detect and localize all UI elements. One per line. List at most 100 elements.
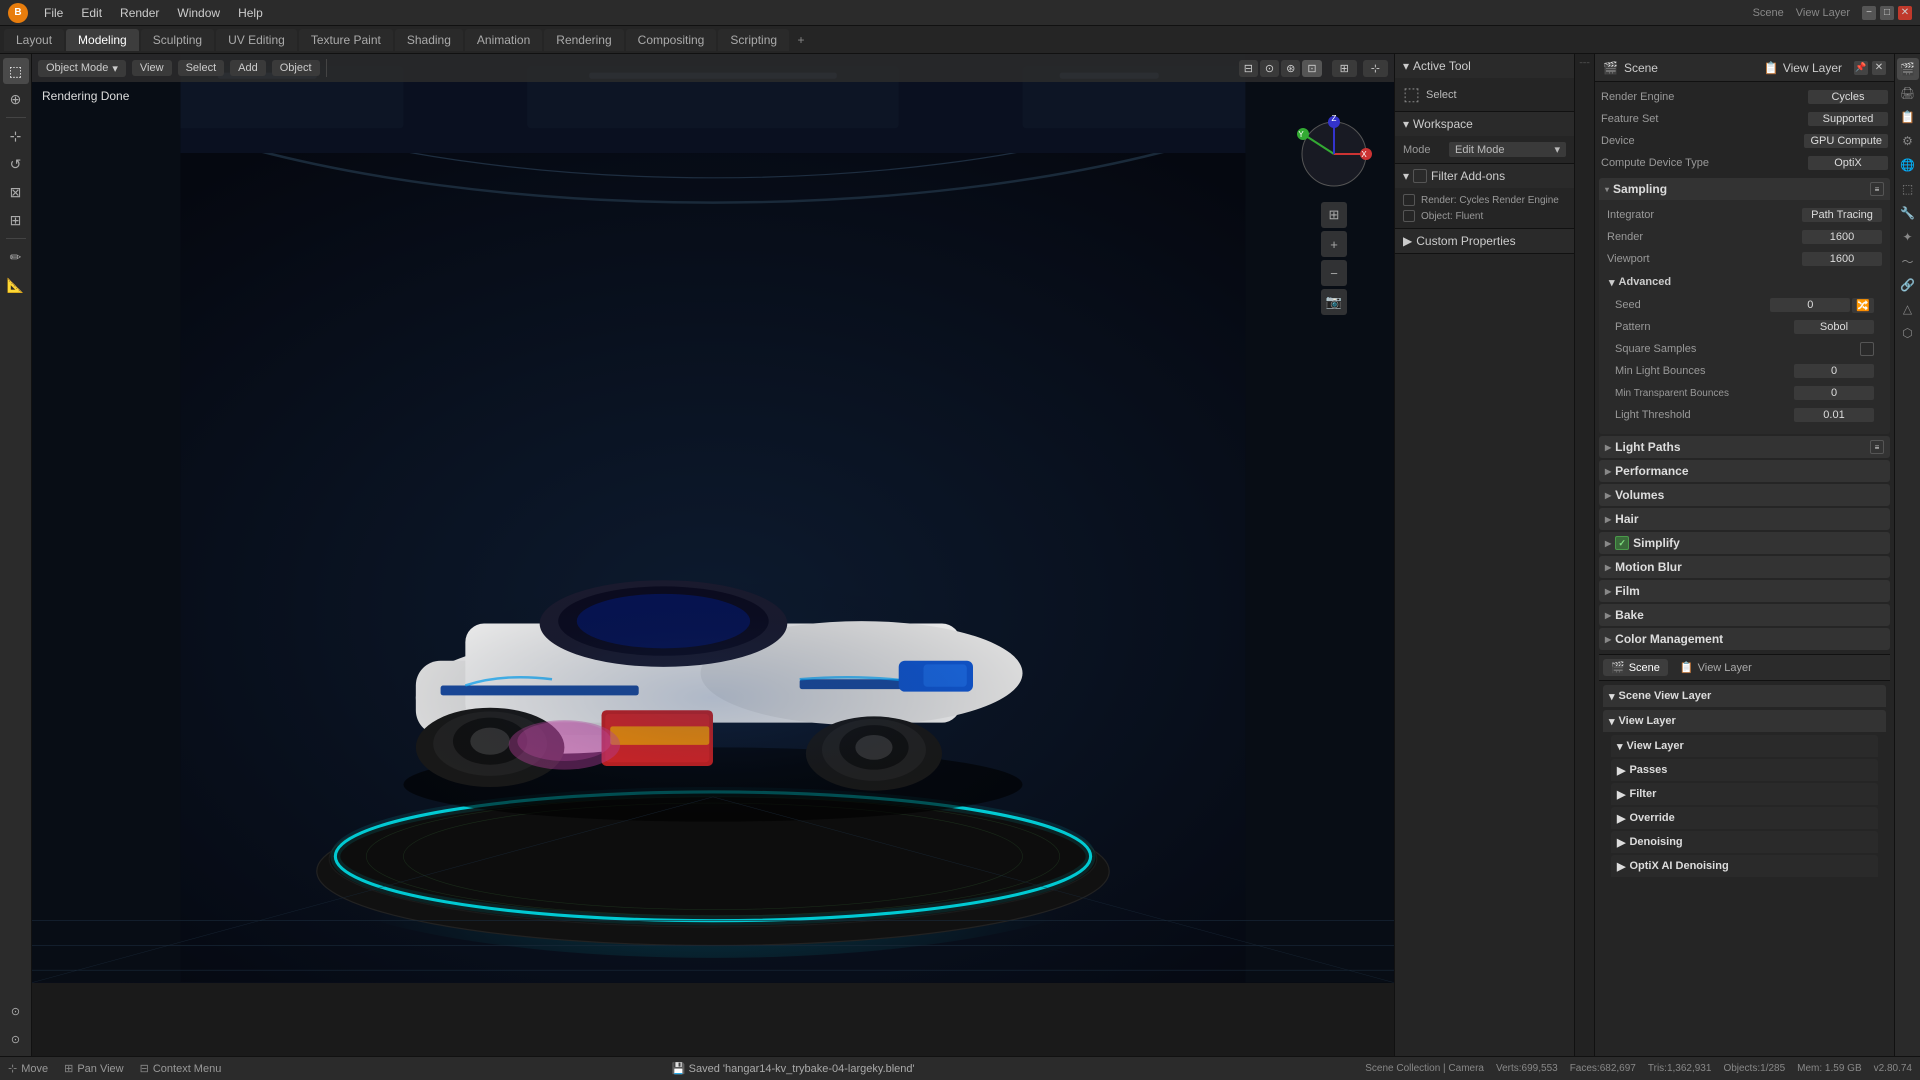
optix-denoising-section[interactable]: ▶ OptiX AI Denoising bbox=[1611, 855, 1878, 877]
rendered-shading[interactable]: ⊡ bbox=[1302, 60, 1321, 77]
sv-view-layer2-header[interactable]: ▾ View Layer bbox=[1603, 710, 1886, 732]
view-layer-section[interactable]: ▾ View Layer bbox=[1611, 735, 1878, 757]
tab-animation[interactable]: Animation bbox=[465, 29, 542, 51]
override-section[interactable]: ▶ Override bbox=[1611, 807, 1878, 829]
hair-header[interactable]: ▶ Hair bbox=[1599, 508, 1890, 530]
tab-texture-paint[interactable]: Texture Paint bbox=[299, 29, 393, 51]
bake-header[interactable]: ▶ Bake bbox=[1599, 604, 1890, 626]
fluent-checkbox[interactable] bbox=[1403, 210, 1415, 222]
performance-header[interactable]: ▶ Performance bbox=[1599, 460, 1890, 482]
film-header[interactable]: ▶ Film bbox=[1599, 580, 1890, 602]
tool-move[interactable]: ⊹ bbox=[3, 123, 29, 149]
light-threshold-value[interactable]: 0.01 bbox=[1794, 408, 1874, 422]
menu-file[interactable]: File bbox=[36, 4, 71, 22]
feature-set-value[interactable]: Supported bbox=[1808, 112, 1888, 126]
menu-window[interactable]: Window bbox=[169, 4, 228, 22]
tab-rendering[interactable]: Rendering bbox=[544, 29, 623, 51]
tab-modeling[interactable]: Modeling bbox=[66, 29, 139, 51]
mode-dropdown[interactable]: Edit Mode ▾ bbox=[1449, 142, 1566, 157]
tool-measure[interactable]: 📐 bbox=[3, 272, 29, 298]
object-properties-icon[interactable]: ⬚ bbox=[1897, 178, 1919, 200]
add-workspace-button[interactable]: + bbox=[791, 30, 811, 50]
zoom-to-fit[interactable]: ⊞ bbox=[1321, 202, 1347, 228]
menu-help[interactable]: Help bbox=[230, 4, 271, 22]
view-layer-tab[interactable]: 📋 View Layer bbox=[1672, 659, 1760, 676]
zoom-in[interactable]: + bbox=[1321, 231, 1347, 257]
sampling-presets[interactable]: ≡ bbox=[1870, 182, 1884, 196]
physics-properties-icon[interactable]: 〜 bbox=[1897, 250, 1919, 272]
passes-section[interactable]: ▶ Passes bbox=[1611, 759, 1878, 781]
tool-extra-2[interactable]: ⊙ bbox=[3, 1026, 29, 1052]
zoom-out[interactable]: − bbox=[1321, 260, 1347, 286]
gizmo-toggle-btn[interactable]: ⊹ bbox=[1363, 60, 1388, 77]
tool-cursor[interactable]: ⊕ bbox=[3, 86, 29, 112]
view-menu[interactable]: View bbox=[132, 60, 172, 76]
render-samples-value[interactable]: 1600 bbox=[1802, 230, 1882, 244]
device-value[interactable]: GPU Compute bbox=[1804, 134, 1888, 148]
color-management-header[interactable]: ▶ Color Management bbox=[1599, 628, 1890, 650]
scene-properties-icon[interactable]: ⚙ bbox=[1897, 130, 1919, 152]
filter-addons-header[interactable]: ▾ Filter Add-ons bbox=[1395, 164, 1574, 188]
menu-edit[interactable]: Edit bbox=[73, 4, 110, 22]
scene-tab[interactable]: 🎬 Scene bbox=[1603, 659, 1668, 676]
advanced-header[interactable]: ▾ Advanced bbox=[1605, 272, 1884, 292]
motion-blur-header[interactable]: ▶ Motion Blur bbox=[1599, 556, 1890, 578]
tab-scripting[interactable]: Scripting bbox=[718, 29, 789, 51]
tab-compositing[interactable]: Compositing bbox=[626, 29, 717, 51]
tab-sculpting[interactable]: Sculpting bbox=[141, 29, 214, 51]
volumes-header[interactable]: ▶ Volumes bbox=[1599, 484, 1890, 506]
object-mode-select[interactable]: Object Mode ▾ bbox=[38, 60, 126, 77]
world-properties-icon[interactable]: 🌐 bbox=[1897, 154, 1919, 176]
select-menu[interactable]: Select bbox=[178, 60, 225, 76]
workspace-header[interactable]: ▾ Workspace bbox=[1395, 112, 1574, 136]
viewport-gizmo[interactable]: X Y Z bbox=[1294, 114, 1374, 194]
integrator-value[interactable]: Path Tracing bbox=[1802, 208, 1882, 222]
light-paths-header[interactable]: ▶ Light Paths ≡ bbox=[1599, 436, 1890, 458]
tool-scale[interactable]: ⊠ bbox=[3, 179, 29, 205]
tool-rotate[interactable]: ↺ bbox=[3, 151, 29, 177]
viewport-samples-value[interactable]: 1600 bbox=[1802, 252, 1882, 266]
tool-extra-1[interactable]: ⊙ bbox=[3, 998, 29, 1024]
constraints-properties-icon[interactable]: 🔗 bbox=[1897, 274, 1919, 296]
square-samples-checkbox[interactable] bbox=[1860, 342, 1874, 356]
solid-shading[interactable]: ⊙ bbox=[1260, 60, 1279, 77]
seed-value[interactable]: 0 bbox=[1770, 298, 1850, 312]
modifier-properties-icon[interactable]: 🔧 bbox=[1897, 202, 1919, 224]
viewport[interactable]: Object Mode ▾ View Select Add Object ⊟ ⊙… bbox=[32, 54, 1394, 1056]
tab-layout[interactable]: Layout bbox=[4, 29, 64, 51]
view-layer-properties-icon[interactable]: 📋 bbox=[1897, 106, 1919, 128]
panel-pin[interactable]: 📌 bbox=[1854, 61, 1868, 75]
sv-view-layer-header[interactable]: ▾ Scene View Layer bbox=[1603, 685, 1886, 707]
denoising-section[interactable]: ▶ Denoising bbox=[1611, 831, 1878, 853]
tool-panel-resize[interactable]: ┆ bbox=[1580, 60, 1590, 65]
min-light-value[interactable]: 0 bbox=[1794, 364, 1874, 378]
custom-properties-header[interactable]: ▶ Custom Properties bbox=[1395, 229, 1574, 253]
tool-select[interactable]: ⬚ bbox=[3, 58, 29, 84]
filter-addons-checkbox[interactable] bbox=[1413, 169, 1427, 183]
sampling-header[interactable]: ▾ Sampling ≡ bbox=[1599, 178, 1890, 200]
render-engine-value[interactable]: Cycles bbox=[1808, 90, 1888, 104]
seed-random-btn[interactable]: 🔀 bbox=[1852, 298, 1874, 313]
filter-section[interactable]: ▶ Filter bbox=[1611, 783, 1878, 805]
panel-close[interactable]: ✕ bbox=[1872, 61, 1886, 75]
add-menu[interactable]: Add bbox=[230, 60, 266, 76]
data-properties-icon[interactable]: △ bbox=[1897, 298, 1919, 320]
window-minimize[interactable]: − bbox=[1862, 6, 1876, 20]
material-shading[interactable]: ⊛ bbox=[1281, 60, 1300, 77]
zoom-controls[interactable]: ⊞ + − 📷 bbox=[1321, 202, 1347, 315]
tool-annotate[interactable]: ✏ bbox=[3, 244, 29, 270]
active-tool-header[interactable]: ▾ Active Tool bbox=[1395, 54, 1574, 78]
pattern-value[interactable]: Sobol bbox=[1794, 320, 1874, 334]
compute-device-value[interactable]: OptiX bbox=[1808, 156, 1888, 170]
light-paths-presets[interactable]: ≡ bbox=[1870, 440, 1884, 454]
tab-shading[interactable]: Shading bbox=[395, 29, 463, 51]
window-close[interactable]: ✕ bbox=[1898, 6, 1912, 20]
cycles-checkbox[interactable] bbox=[1403, 194, 1415, 206]
simplify-checkbox[interactable]: ✓ bbox=[1615, 536, 1629, 550]
tool-transform[interactable]: ⊞ bbox=[3, 207, 29, 233]
camera-view[interactable]: 📷 bbox=[1321, 289, 1347, 315]
object-menu[interactable]: Object bbox=[272, 60, 320, 76]
material-properties-icon[interactable]: ⬡ bbox=[1897, 322, 1919, 344]
wireframe-shading[interactable]: ⊟ bbox=[1239, 60, 1258, 77]
viewport-overlays-btn[interactable]: ⊞ bbox=[1332, 60, 1357, 77]
